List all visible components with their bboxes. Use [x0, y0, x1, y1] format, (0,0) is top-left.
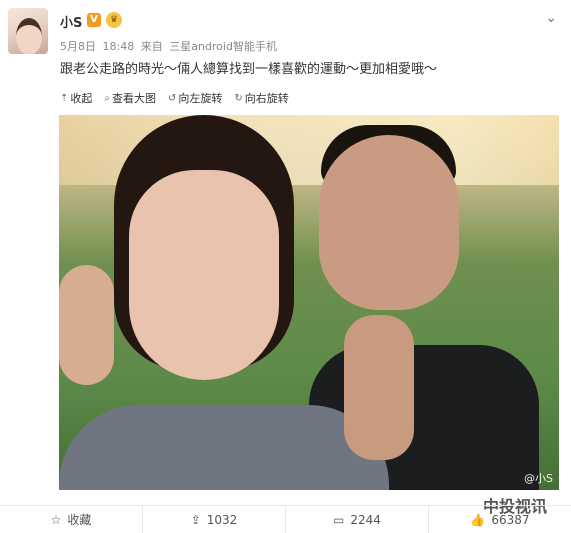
repost-count: 1032 — [206, 512, 238, 527]
chevron-down-icon[interactable]: ⌄ — [545, 10, 557, 26]
post-meta: 5月8日 18:48 来自 三星android智能手机 — [60, 38, 280, 54]
rotate-left-label: 向左旋转 — [178, 92, 223, 105]
collapse-button[interactable]: ⇡ 收起 — [60, 90, 92, 106]
collapse-label: 收起 — [70, 92, 93, 105]
favorite-button[interactable]: ☆ 收藏 — [0, 506, 143, 533]
thumbs-up-icon: 👍 — [470, 512, 486, 527]
rotate-right-icon: ↻ — [234, 92, 243, 104]
verified-badge-icon: V — [87, 13, 101, 27]
post-device[interactable]: 三星android智能手机 — [169, 40, 277, 53]
favorite-label: 收藏 — [67, 513, 92, 527]
repost-icon: ⇪ — [190, 512, 201, 527]
like-button[interactable]: 👍 66387 — [429, 506, 571, 533]
post-photo[interactable]: @小S — [59, 115, 559, 490]
repost-button[interactable]: ⇪ 1032 — [143, 506, 286, 533]
rotate-right-label: 向右旋转 — [244, 92, 289, 105]
post-footer: ☆ 收藏 ⇪ 1032 ▭ 2244 👍 66387 — [0, 505, 571, 533]
post-text: 跟老公走路的時光～倆人總算找到一樣喜歡的運動～更加相愛哦～ — [60, 62, 438, 77]
post-date: 5月8日 — [60, 40, 96, 53]
star-icon: ☆ — [50, 512, 62, 527]
view-large-button[interactable]: ⌕ 查看大图 — [104, 90, 156, 106]
view-large-label: 查看大图 — [112, 92, 156, 105]
avatar[interactable] — [8, 8, 48, 54]
photo-watermark: @小S — [524, 472, 553, 485]
rotate-right-button[interactable]: ↻ 向右旋转 — [234, 90, 288, 106]
post-from-label: 来自 — [140, 40, 163, 53]
post-time: 18:48 — [102, 40, 135, 53]
username[interactable]: 小S — [60, 12, 82, 31]
avatar-face — [16, 18, 42, 54]
comment-button[interactable]: ▭ 2244 — [286, 506, 429, 533]
like-count: 66387 — [491, 512, 530, 527]
rotate-left-icon: ↺ — [168, 92, 177, 104]
image-actions: ⇡ 收起 ⌕ 查看大图 ↺ 向左旋转 ↻ 向右旋转 — [60, 90, 289, 106]
comment-icon: ▭ — [333, 512, 345, 527]
rotate-left-button[interactable]: ↺ 向左旋转 — [168, 90, 222, 106]
comment-count: 2244 — [350, 512, 381, 527]
magnifier-icon: ⌕ — [104, 92, 110, 104]
member-crown-icon: ♛ — [106, 12, 122, 28]
collapse-arrow-icon: ⇡ — [60, 92, 69, 104]
